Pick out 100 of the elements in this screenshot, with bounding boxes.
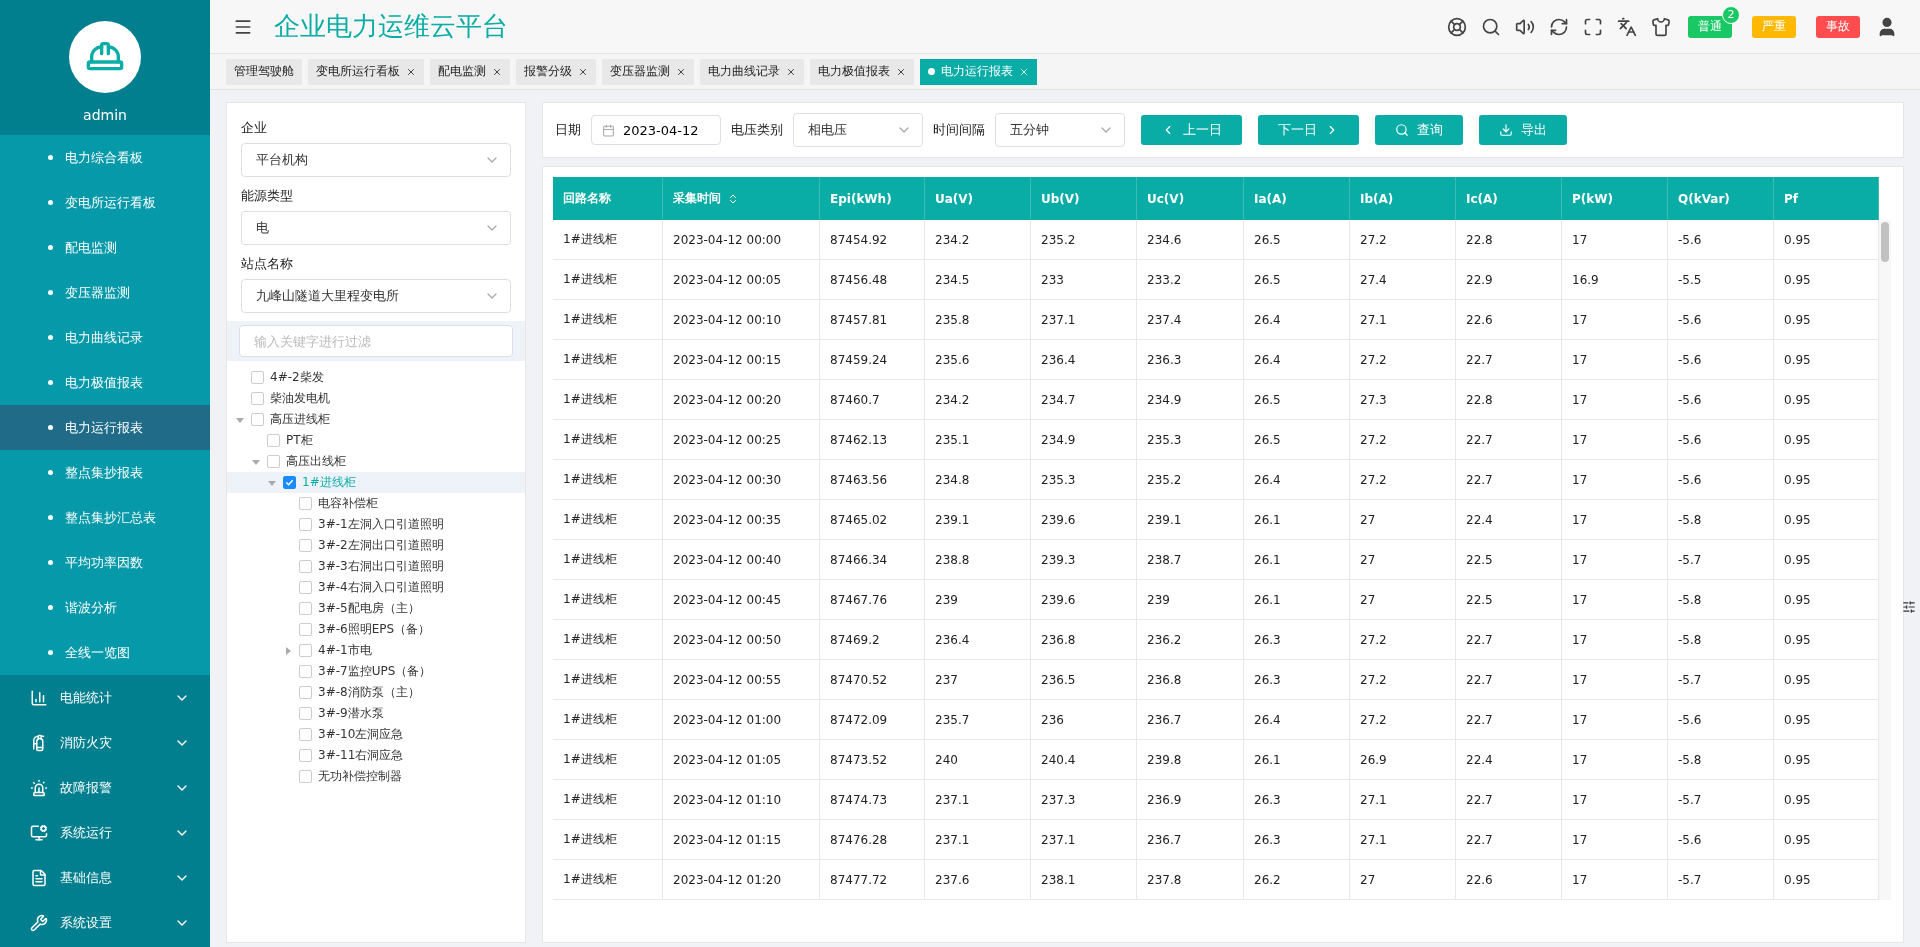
table-cell: 233 [1031,260,1137,300]
table-cell: 238.1 [1031,860,1137,900]
sliders-icon[interactable] [1902,600,1916,614]
table-cell: 87467.76 [820,580,925,620]
checkbox[interactable] [299,518,312,531]
bullet-icon [48,425,53,430]
checkbox[interactable] [299,560,312,573]
column-header: Ib(A) [1350,177,1456,220]
close-icon[interactable] [896,66,906,77]
filter-input[interactable]: 输入关键字进行过滤 [239,325,513,357]
table-cell: 235.3 [1137,420,1244,460]
table-cell: 1#进线柜 [553,260,663,300]
page-tab[interactable]: 电力曲线记录 [700,58,804,85]
table-cell: 2023-04-12 01:00 [663,700,820,740]
checkbox[interactable] [299,728,312,741]
table-cell: 237.3 [1031,780,1137,820]
tree-node[interactable]: 3#-6照明EPS（备） [227,619,525,640]
field-label: 日期 [555,121,581,139]
bullet-icon [48,470,53,475]
checkbox[interactable] [299,644,312,657]
tree-node[interactable]: 3#-7监控UPS（备） [227,661,525,682]
select-field[interactable]: 电 [241,211,511,245]
select-field[interactable]: 九峰山隧道大里程变电所 [241,279,511,313]
tree-node[interactable]: 3#-8消防泵（主） [227,682,525,703]
checkbox[interactable] [283,476,296,489]
tree-node-label: PT柜 [286,432,313,449]
tree-node[interactable]: 4#-2柴发 [227,367,525,388]
tree-node[interactable]: 3#-9潜水泵 [227,703,525,724]
page-tab[interactable]: 电力极值报表 [810,58,914,85]
tree-node[interactable]: 柴油发电机 [227,388,525,409]
tree-node[interactable]: 4#-1市电 [227,640,525,661]
table-cell: 27.4 [1350,260,1456,300]
checkbox[interactable] [251,392,264,405]
page-tab[interactable]: 管理驾驶舱 [226,58,302,85]
bullet-icon [48,380,53,385]
tree-node[interactable]: PT柜 [227,430,525,451]
table-cell: 17 [1562,460,1668,500]
close-icon[interactable] [786,66,796,77]
table-cell: 234.5 [925,260,1031,300]
page-tab[interactable]: 配电监测 [430,58,510,85]
menu-item[interactable]: 电力运行报表 [0,405,210,450]
checkbox[interactable] [299,749,312,762]
tree-node[interactable]: 无功补偿控制器 [227,766,525,787]
close-icon[interactable] [406,66,416,77]
table-cell: 26.3 [1244,820,1350,860]
scrollbar[interactable] [1879,220,1891,900]
select-field[interactable]: 五分钟 [995,113,1125,147]
table-cell: 27 [1350,860,1456,900]
page-tab[interactable]: 报警分级 [516,58,596,85]
close-icon[interactable] [676,66,686,77]
checkbox[interactable] [299,665,312,678]
tree-node[interactable]: 3#-4右洞入口引道照明 [227,577,525,598]
tree-node[interactable]: 3#-3右洞出口引道照明 [227,556,525,577]
checkbox[interactable] [299,707,312,720]
checkbox[interactable] [267,434,280,447]
tree-node[interactable]: 高压进线柜 [227,409,525,430]
checkbox[interactable] [267,455,280,468]
date-field[interactable]: 2023-04-12 [591,115,721,145]
checkbox[interactable] [299,539,312,552]
close-icon[interactable] [578,66,588,77]
table-cell: 1#进线柜 [553,420,663,460]
checkbox[interactable] [299,602,312,615]
scrollbar-thumb[interactable] [1881,222,1889,262]
table-cell: 1#进线柜 [553,460,663,500]
page-tab[interactable]: 变压器监测 [602,58,694,85]
table-cell: 22.5 [1456,540,1562,580]
page-tab[interactable]: 变电所运行看板 [308,58,424,85]
table-cell: 236.8 [1137,660,1244,700]
caret-right-icon[interactable] [283,645,293,656]
checkbox[interactable] [251,413,264,426]
table-cell: 22.7 [1456,820,1562,860]
table-cell: -5.7 [1668,660,1774,700]
table-cell: 26.5 [1244,260,1350,300]
checkbox[interactable] [299,581,312,594]
tree-node[interactable]: 3#-2左洞出口引道照明 [227,535,525,556]
column-header: Pf [1774,177,1879,220]
checkbox[interactable] [299,497,312,510]
tree-node[interactable]: 3#-5配电房（主） [227,598,525,619]
table-cell: 2023-04-12 01:15 [663,820,820,860]
tree-node[interactable]: 3#-1左洞入口引道照明 [227,514,525,535]
table-cell: 239.1 [925,500,1031,540]
checkbox[interactable] [299,623,312,636]
table-cell: 26.5 [1244,420,1350,460]
tree-node-label: 3#-8消防泵（主） [318,684,420,701]
select-field[interactable]: 相电压 [793,113,923,147]
select-field[interactable]: 平台机构 [241,143,511,177]
close-icon[interactable] [492,66,502,77]
tree-node[interactable]: 高压出线柜 [227,451,525,472]
table-cell: 87463.56 [820,460,925,500]
table-cell: 236 [1031,700,1137,740]
table-cell: 234.7 [1031,380,1137,420]
table-cell: 27.2 [1350,620,1456,660]
tree-node[interactable]: 电容补偿柜 [227,493,525,514]
checkbox[interactable] [299,770,312,783]
tree-node[interactable]: 3#-11右洞应急 [227,745,525,766]
table-cell: 236.8 [1031,620,1137,660]
tree-node[interactable]: 3#-10左洞应急 [227,724,525,745]
checkbox[interactable] [251,371,264,384]
table-cell: 234.2 [925,220,1031,260]
checkbox[interactable] [299,686,312,699]
